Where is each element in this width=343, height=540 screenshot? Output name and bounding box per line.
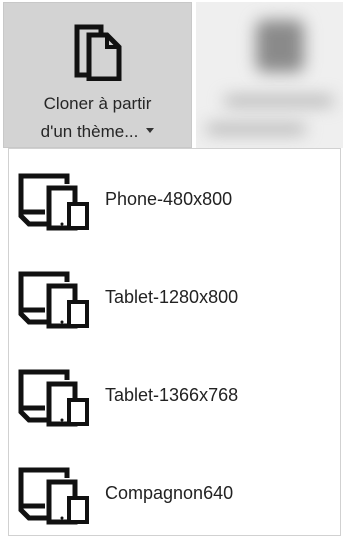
list-item-label: Tablet-1280x800: [105, 287, 239, 307]
blurred-label-line2: [206, 124, 306, 134]
clone-from-theme-button[interactable]: Cloner à partir d'un thème...: [3, 2, 192, 148]
clone-button-label-line2: d'un thème...: [4, 122, 191, 142]
list-item-label: Phone-480x800: [105, 189, 233, 209]
theme-dropdown-list: Phone-480x800 Tablet-1280x800 Tablet-136…: [8, 148, 341, 536]
list-item-label: Compagnon640: [105, 483, 234, 503]
devices-icon: [18, 467, 89, 525]
dropdown-arrow-icon[interactable]: [146, 128, 155, 134]
list-item-compagnon640[interactable]: Compagnon640: [9, 443, 340, 539]
devices-icon: [18, 173, 89, 231]
devices-icon: [18, 369, 89, 427]
list-item-tablet-1366x768[interactable]: Tablet-1366x768: [9, 345, 340, 441]
clone-button-label-line1: Cloner à partir: [43, 94, 152, 113]
blurred-ribbon-button[interactable]: [196, 2, 343, 148]
list-item-phone-480x800[interactable]: Phone-480x800: [9, 149, 340, 245]
list-item-tablet-1280x800[interactable]: Tablet-1280x800: [9, 247, 340, 343]
copy-pages-icon: [74, 24, 122, 81]
list-item-label: Tablet-1366x768: [105, 385, 239, 405]
devices-icon: [18, 271, 89, 329]
ribbon: Cloner à partir d'un thème...: [0, 0, 343, 148]
blurred-icon: [256, 20, 304, 72]
blurred-label-line1: [224, 96, 334, 106]
